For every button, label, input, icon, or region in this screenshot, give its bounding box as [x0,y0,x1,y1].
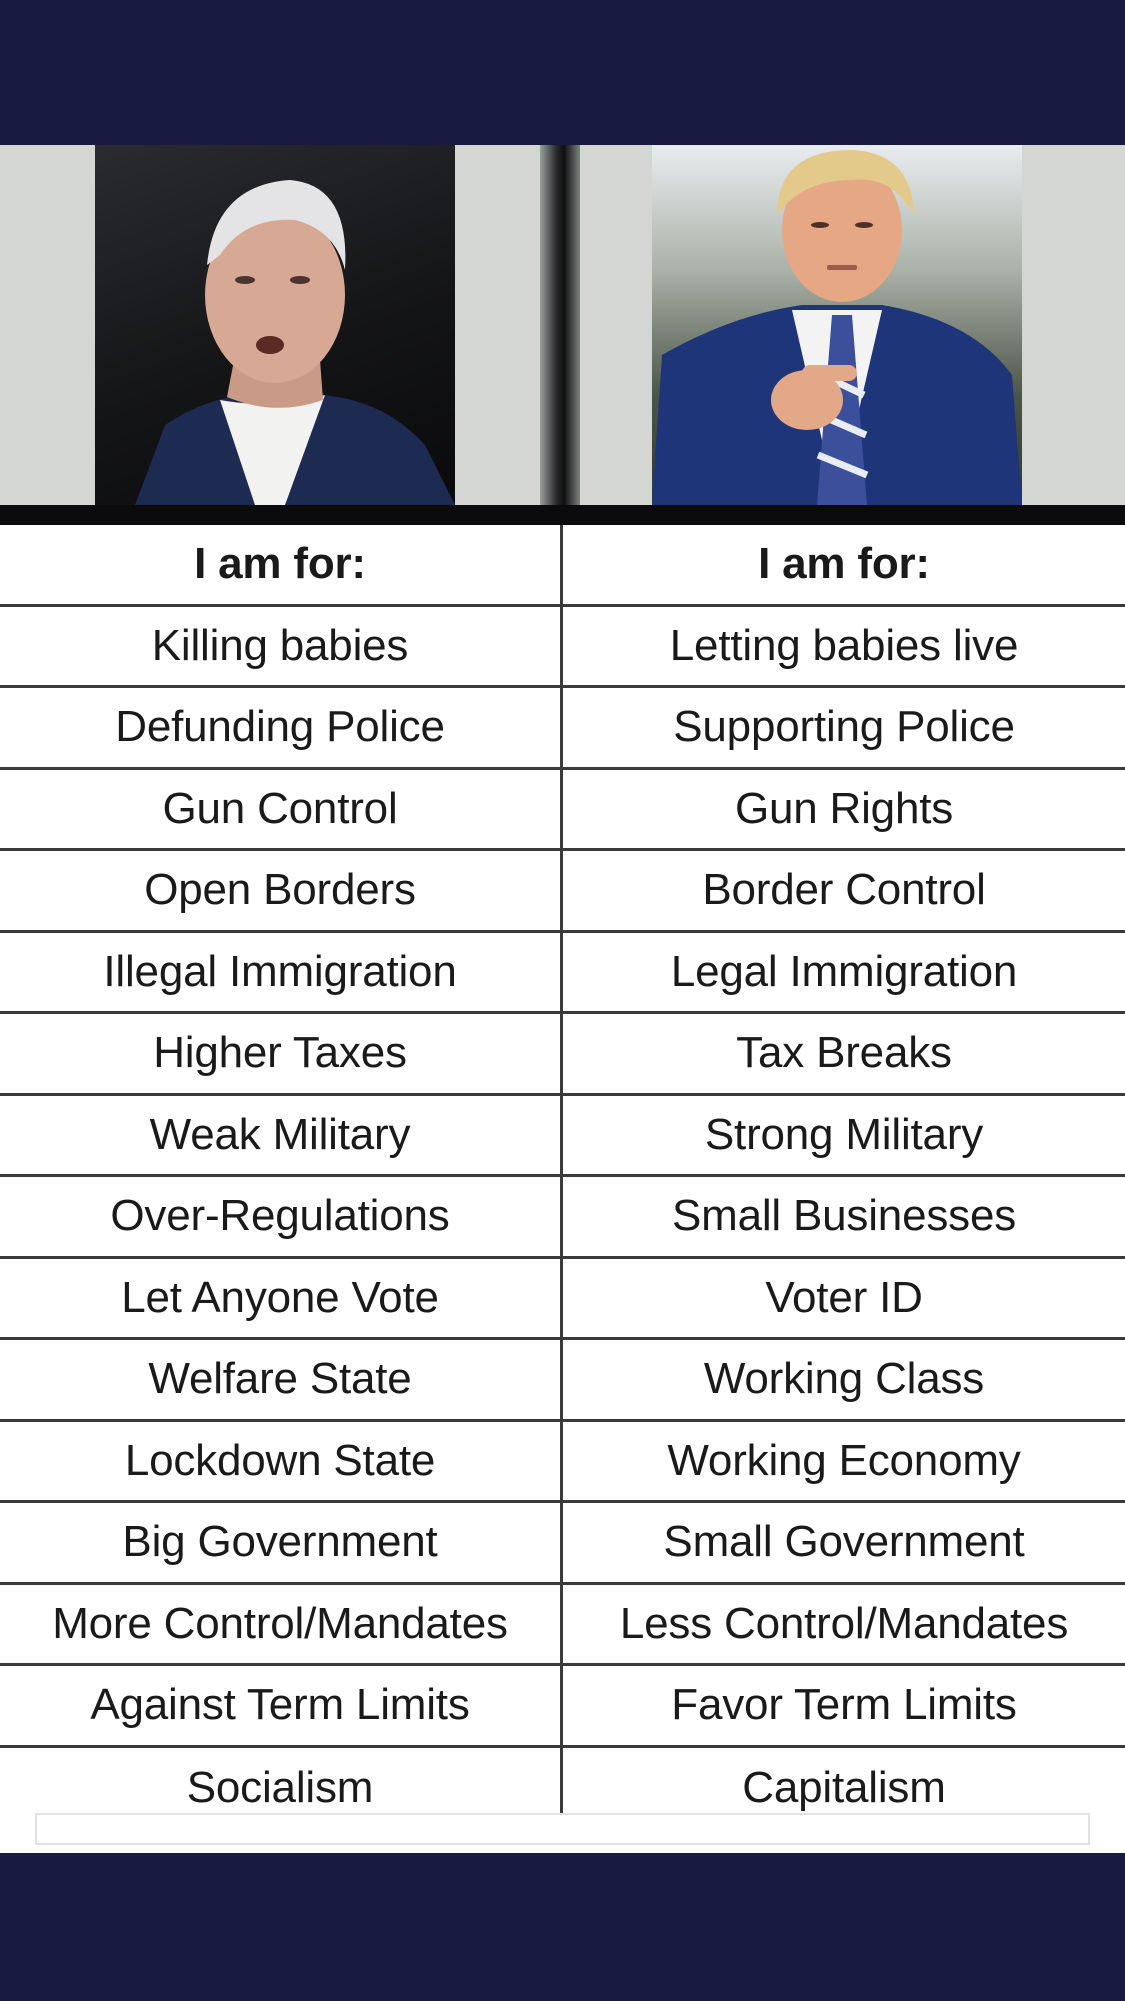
right-column-cell: Legal Immigration [670,946,1018,996]
left-column-cell: Against Term Limits [0,1666,563,1745]
right-column-cell: Supporting Police [673,702,1015,752]
photo-divider [540,145,580,515]
left-column-cell: Welfare State [0,1340,563,1419]
table-header-row: I am for: I am for: [0,525,1125,607]
right-column-cell: Tax Breaks [736,1028,952,1078]
bottom-strip [35,1813,1090,1845]
left-portrait-photo [95,145,455,505]
table-row: Over-Regulations Small Businesses [0,1177,1125,1259]
left-column-cell: Defunding Police [0,688,563,767]
right-column-cell: Small Businesses [671,1191,1017,1241]
left-column-cell: More Control/Mandates [0,1584,563,1663]
table-row: Defunding Police Supporting Police [0,688,1125,770]
right-column-cell: Gun Rights [734,783,954,833]
right-column-cell: Voter ID [765,1272,923,1322]
table-row: Higher Taxes Tax Breaks [0,1014,1125,1096]
table-row: Against Term Limits Favor Term Limits [0,1666,1125,1748]
table-row: Open Borders Border Control [0,851,1125,933]
table-row: Gun Control Gun Rights [0,769,1125,851]
left-column-cell: Gun Control [0,769,563,848]
right-column-cell: Less Control/Mandates [619,1598,1069,1648]
table-row: Let Anyone Vote Voter ID [0,1258,1125,1340]
photo-band [0,145,1125,525]
right-column-cell: Strong Military [704,1109,984,1159]
photo-bottom-rule [0,505,1125,525]
right-column-header: I am for: [758,539,930,589]
right-column-cell: Favor Term Limits [671,1680,1017,1730]
table-row: Killing babies Letting babies live [0,606,1125,688]
table-row: More Control/Mandates Less Control/Mandat… [0,1584,1125,1666]
left-column-header: I am for: [0,525,563,604]
right-column-cell: Working Economy [667,1435,1021,1485]
left-column-cell: Lockdown State [0,1421,563,1500]
right-column-cell: Small Government [663,1517,1025,1567]
table-row: Lockdown State Working Economy [0,1421,1125,1503]
left-column-cell: Weak Military [0,1095,563,1174]
right-portrait-photo [652,145,1022,505]
table-row: Welfare State Working Class [0,1340,1125,1422]
table-row: Weak Military Strong Military [0,1095,1125,1177]
right-column-cell: Border Control [702,865,986,915]
left-column-cell: Let Anyone Vote [0,1258,563,1337]
table-row: Big Government Small Government [0,1503,1125,1585]
left-column-cell: Higher Taxes [0,1014,563,1093]
left-column-cell: Illegal Immigration [0,932,563,1011]
left-column-cell: Over-Regulations [0,1177,563,1256]
comparison-table: I am for: I am for: Killing babies Lettin… [0,525,1125,1829]
left-column-cell: Big Government [0,1503,563,1582]
table-row: Illegal Immigration Legal Immigration [0,932,1125,1014]
left-column-cell: Killing babies [0,606,563,685]
comparison-meme: I am for: I am for: Killing babies Lettin… [0,145,1125,1853]
right-column-cell: Letting babies live [669,620,1019,670]
left-column-cell: Open Borders [0,851,563,930]
right-column-cell: Working Class [703,1354,985,1404]
